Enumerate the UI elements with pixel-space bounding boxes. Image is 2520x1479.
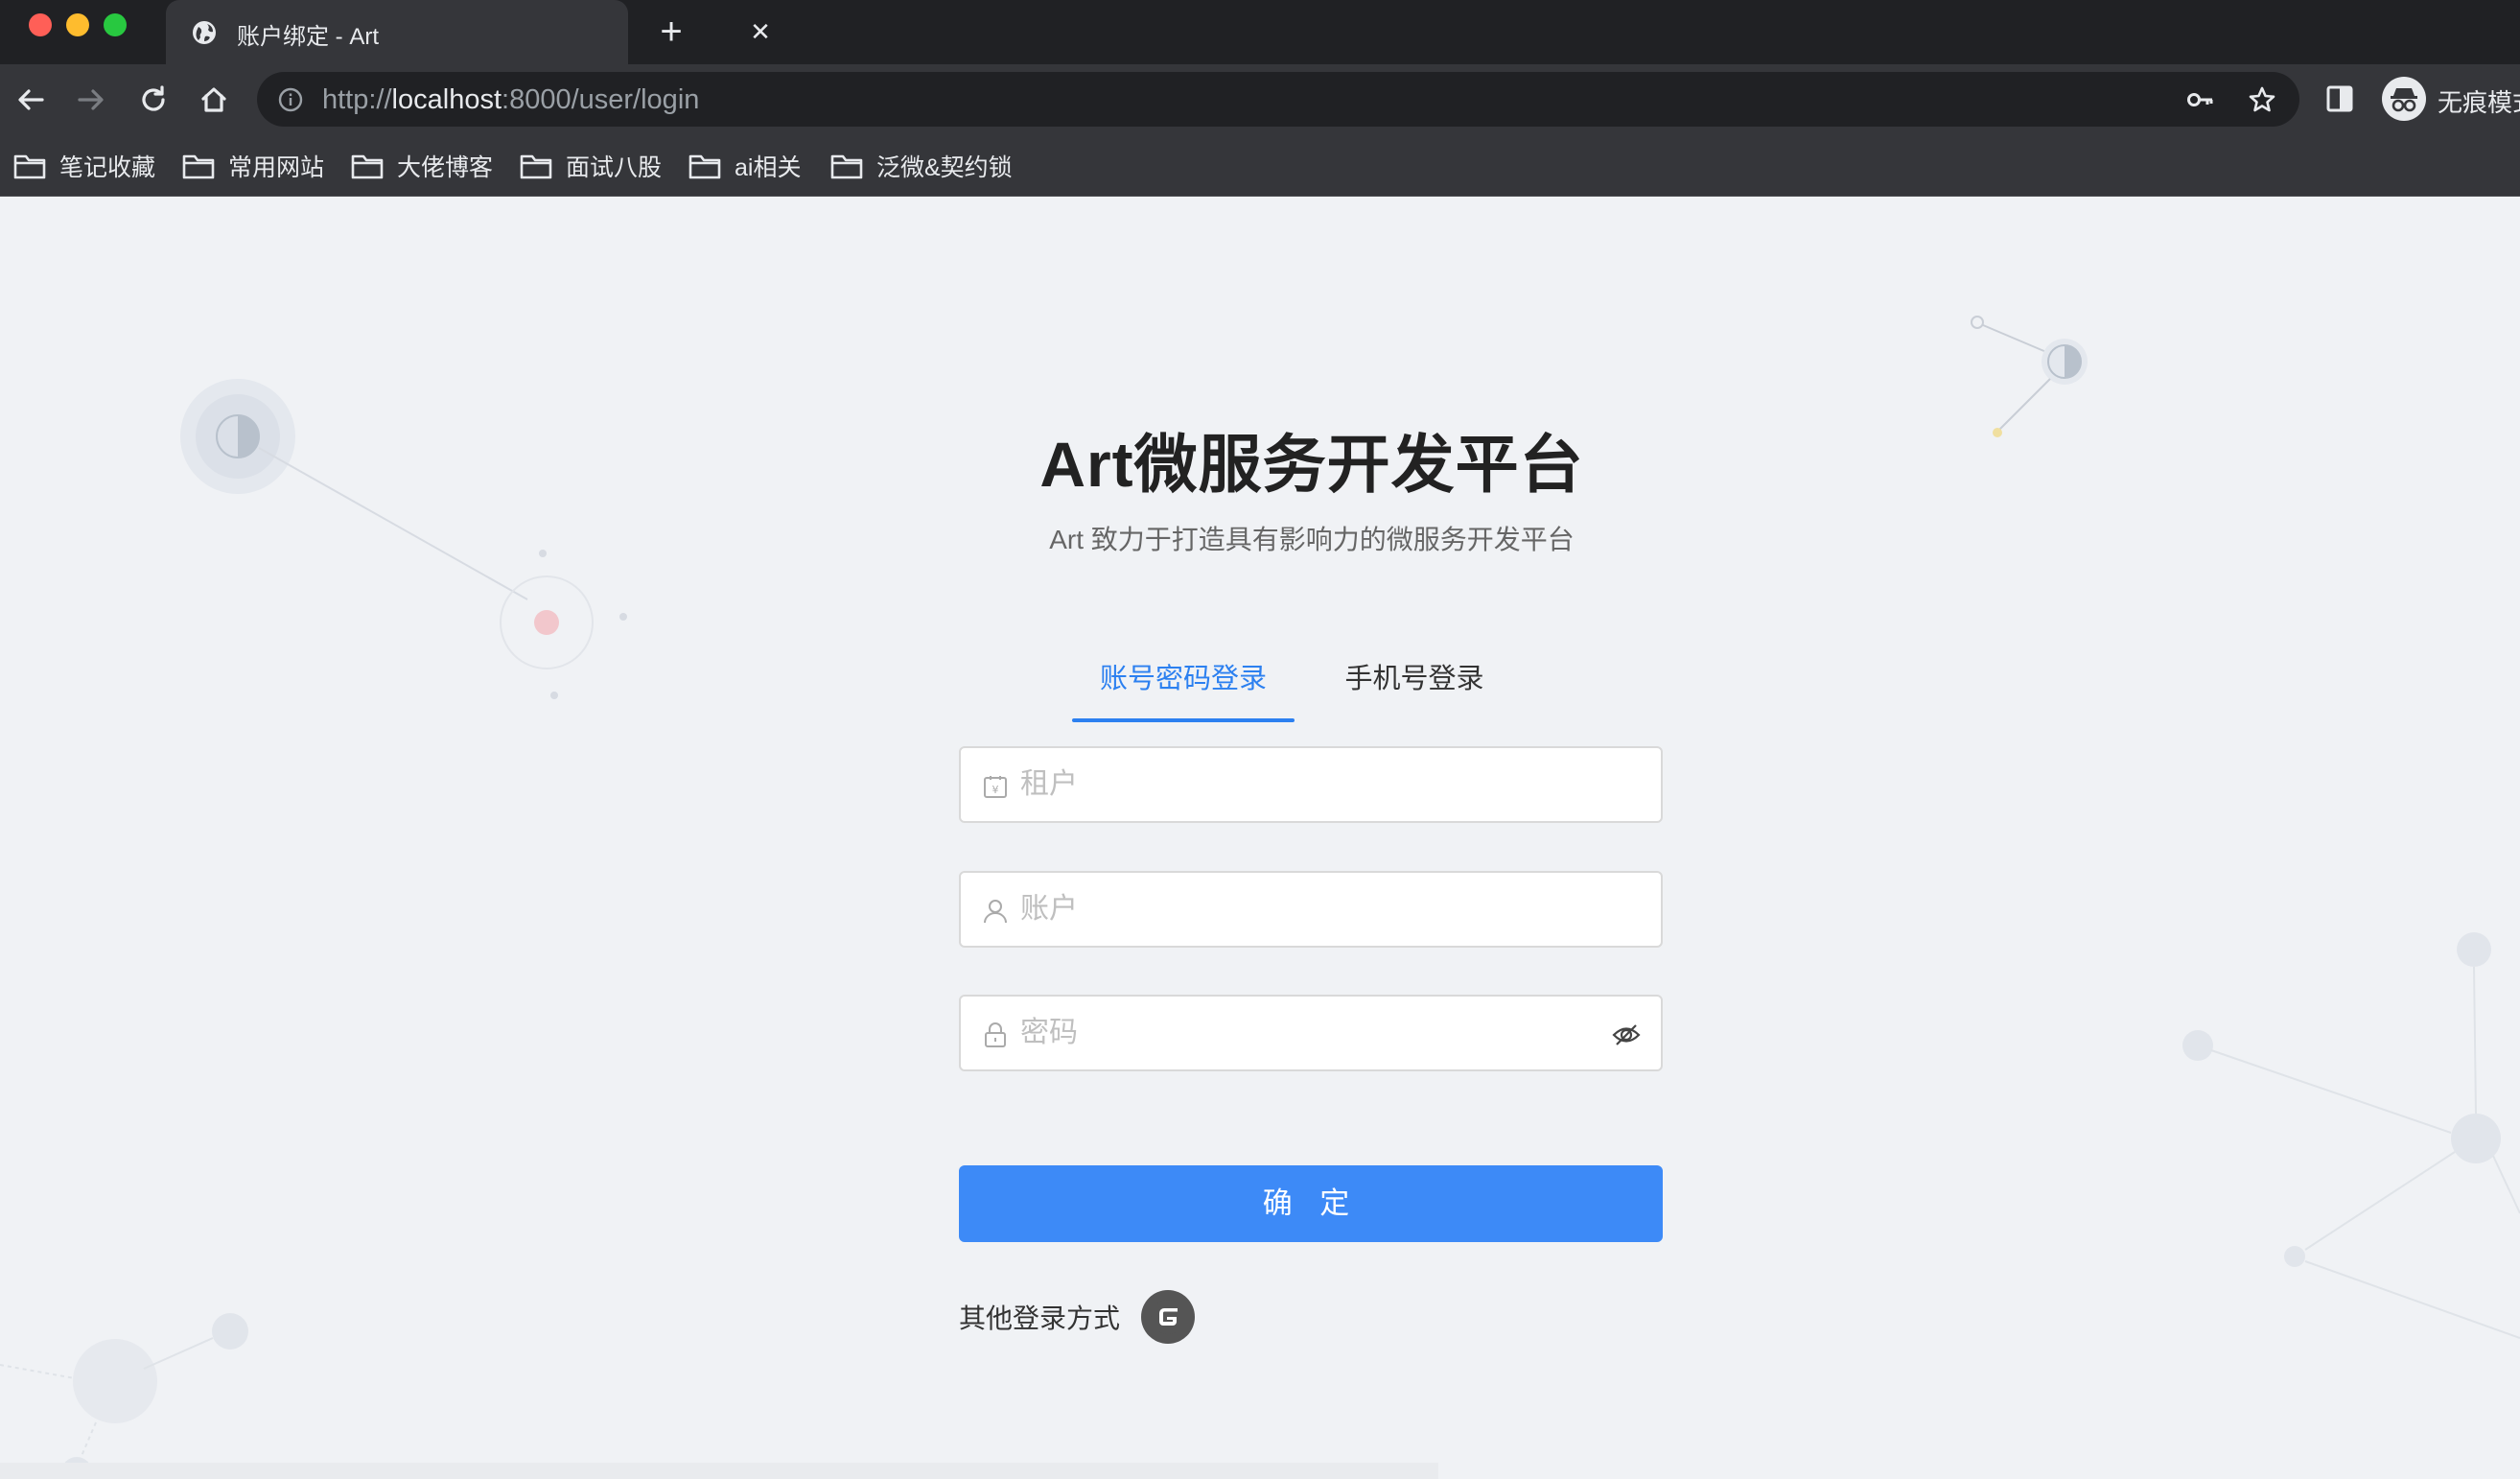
tab-strip: 账户绑定 - Art ✕ + — [0, 0, 2520, 64]
bookmark-folder[interactable]: 笔记收藏 — [13, 147, 155, 185]
svg-text:¥: ¥ — [992, 784, 999, 796]
folder-icon — [520, 154, 552, 179]
new-tab-button[interactable]: + — [652, 12, 690, 52]
folder-icon — [688, 154, 721, 179]
bookmark-folder[interactable]: 常用网站 — [182, 147, 324, 185]
browser-toolbar: http://localhost:8000/user/login 无痕模 — [0, 64, 2520, 135]
background-network-decoration — [0, 316, 2520, 1479]
bookmark-folder[interactable]: 泛微&契约锁 — [830, 147, 1013, 185]
url-scheme: http:// — [322, 84, 392, 115]
url-host: localhost — [391, 84, 502, 115]
bookmark-folder[interactable]: 面试八股 — [520, 147, 662, 185]
url-text[interactable]: http://localhost:8000/user/login — [322, 84, 699, 116]
maximize-window-button[interactable] — [104, 13, 127, 36]
folder-icon — [182, 154, 215, 179]
back-arrow-icon[interactable] — [12, 81, 50, 119]
address-bar[interactable]: http://localhost:8000/user/login — [257, 72, 2299, 127]
browser-tab[interactable]: 账户绑定 - Art ✕ — [166, 0, 771, 64]
bookmark-label: 泛微&契约锁 — [876, 154, 1013, 181]
incognito-icon[interactable] — [2382, 77, 2426, 121]
lock-icon — [985, 1022, 1006, 1047]
browser-chrome: 账户绑定 - Art ✕ + http://localhost:8000/use… — [0, 0, 2520, 197]
globe-icon — [193, 21, 216, 44]
close-window-button[interactable] — [29, 13, 52, 36]
folder-icon — [351, 154, 384, 179]
tab-phone-label: 手机号登录 — [1344, 664, 1484, 694]
site-info-icon[interactable] — [278, 87, 303, 112]
close-tab-icon[interactable]: ✕ — [745, 16, 776, 47]
tenant-input[interactable] — [1020, 748, 1596, 821]
bookmark-label: 常用网站 — [228, 154, 325, 181]
tenant-field[interactable]: ¥ — [959, 746, 1663, 823]
password-field[interactable] — [959, 995, 1663, 1071]
bookmarks-bar: 笔记收藏 常用网站 大佬博客 面试八股 ai相关 泛微&契约锁 — [0, 135, 2520, 197]
home-icon[interactable] — [195, 81, 233, 119]
page-subtitle: Art 致力于打造具有影响力的微服务开发平台 — [1049, 525, 1575, 554]
minimize-window-button[interactable] — [66, 13, 89, 36]
login-tabs: 账号密码登录 手机号登录 — [1072, 647, 1552, 722]
folder-icon — [830, 154, 863, 179]
key-icon[interactable] — [2186, 87, 2215, 112]
active-tab-indicator — [1072, 718, 1295, 722]
bookmark-star-icon[interactable] — [2247, 84, 2277, 115]
tab-phone-login[interactable]: 手机号登录 — [1323, 647, 1505, 722]
account-field[interactable] — [959, 871, 1663, 948]
tab-title: 账户绑定 - Art — [237, 24, 379, 50]
bookmark-folder[interactable]: 大佬博客 — [351, 147, 493, 185]
reload-icon[interactable] — [134, 81, 173, 119]
bookmark-label: ai相关 — [735, 154, 802, 181]
eye-invisible-icon[interactable] — [1611, 1020, 1642, 1050]
submit-button[interactable]: 确 定 — [959, 1165, 1663, 1242]
bookmark-label: 笔记收藏 — [59, 154, 156, 181]
forward-arrow-icon[interactable] — [72, 81, 110, 119]
incognito-label[interactable]: 无痕模式 — [2438, 83, 2520, 119]
tenant-icon: ¥ — [984, 776, 1007, 798]
login-page: Art微服务开发平台 Art 致力于打造具有影响力的微服务开发平台 账号密码登录… — [0, 197, 2520, 1479]
bookmark-folder[interactable]: ai相关 — [688, 147, 801, 185]
other-login-methods: 其他登录方式 — [959, 1288, 1196, 1346]
gitee-login-icon[interactable] — [1141, 1290, 1196, 1344]
bookmark-label: 面试八股 — [566, 154, 663, 181]
page-title: Art微服务开发平台 — [1039, 429, 1584, 500]
url-path: :8000/user/login — [502, 84, 700, 115]
other-login-label: 其他登录方式 — [959, 1303, 1121, 1333]
bookmark-label: 大佬博客 — [397, 154, 494, 181]
side-panel-icon[interactable] — [2324, 83, 2355, 114]
user-icon — [984, 900, 1007, 924]
password-input[interactable] — [1020, 997, 1596, 1069]
account-input[interactable] — [1020, 873, 1596, 946]
folder-icon — [13, 154, 46, 179]
tab-account-login[interactable]: 账号密码登录 — [1072, 647, 1295, 722]
tab-account-label: 账号密码登录 — [1099, 664, 1267, 694]
